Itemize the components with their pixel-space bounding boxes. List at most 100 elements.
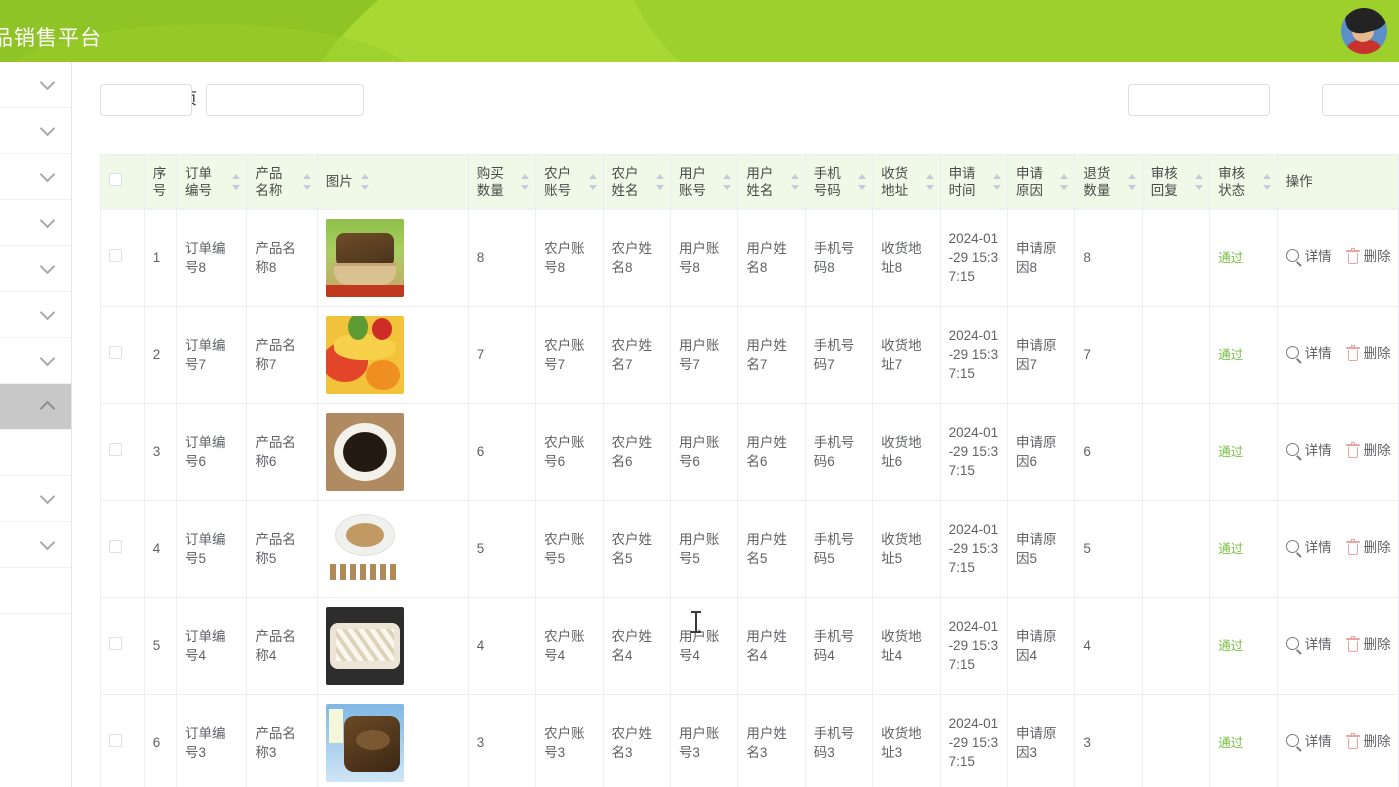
sort-icon[interactable] [360, 174, 370, 191]
sidebar-item-6[interactable] [0, 292, 71, 338]
table-row[interactable]: 4 订单编号5 产品名称5 5 农户账号5 农户姓名5 用户账号5 用户姓名5 手机号码5 收货地… [101, 500, 1398, 598]
sort-icon[interactable] [1262, 172, 1272, 192]
sidebar-item-3[interactable] [0, 154, 71, 200]
product-thumbnail-image[interactable] [325, 412, 404, 491]
cell-return-qty: 3 [1074, 694, 1143, 787]
th-select-all[interactable] [101, 155, 145, 210]
avatar-hair-shape [1341, 8, 1387, 37]
select-all-checkbox[interactable] [109, 173, 122, 187]
table-row[interactable]: 3 订单编号6 产品名称6 6 农户账号6 农户姓名6 用户账号6 用户姓名6 手机号码6 收货地… [101, 403, 1398, 501]
sort-icon[interactable] [232, 172, 241, 192]
table-row[interactable]: 6 订单编号3 产品名称3 3 农户账号3 农户姓名3 用户账号3 用户姓名3 手机号码3 收货地… [101, 694, 1398, 787]
cell-row-checkbox[interactable] [101, 694, 145, 787]
sidebar-item-10[interactable] [0, 522, 71, 568]
th-buy-qty[interactable]: 购买数量 [468, 155, 537, 210]
cell-row-checkbox[interactable] [101, 597, 145, 695]
product-thumbnail-image[interactable] [325, 315, 404, 394]
sidebar-item-5[interactable] [0, 246, 71, 292]
sidebar-subitem-2[interactable] [0, 568, 71, 614]
th-image[interactable]: 图片 [317, 155, 469, 210]
sidebar-item-1[interactable] [0, 62, 71, 108]
product-thumbnail-image[interactable] [325, 509, 404, 588]
table-row[interactable]: 5 订单编号4 产品名称4 4 农户账号4 农户姓名4 用户账号4 用户姓名4 手机号码4 收货地… [101, 597, 1398, 695]
th-address[interactable]: 收货地址 [872, 155, 941, 210]
sort-icon[interactable] [858, 172, 867, 192]
delete-button[interactable]: 删除 [1345, 344, 1391, 363]
table-row[interactable]: 2 订单编号7 产品名称7 7 农户账号7 农户姓名7 用户账号7 用户姓名7 手机号码7 收货地… [101, 306, 1398, 404]
cell-image[interactable] [317, 306, 469, 404]
row-checkbox[interactable] [109, 249, 122, 262]
cell-image[interactable] [317, 694, 469, 787]
sidebar-item-4[interactable] [0, 200, 71, 246]
sort-icon[interactable] [790, 172, 800, 192]
delete-button[interactable]: 删除 [1345, 732, 1391, 751]
detail-button[interactable]: 详情 [1285, 441, 1332, 461]
sidebar-item-2[interactable] [0, 108, 71, 154]
filter-control-3[interactable] [1128, 84, 1270, 116]
filter-control-2[interactable] [206, 84, 364, 116]
avatar[interactable] [1341, 8, 1387, 54]
filter-control-4[interactable] [1322, 84, 1399, 116]
th-user-name[interactable]: 用户姓名 [737, 155, 806, 210]
product-thumbnail-image[interactable] [325, 703, 404, 782]
sort-icon[interactable] [521, 172, 530, 192]
sidebar-item-7[interactable] [0, 338, 71, 384]
sidebar-subitem-1[interactable] [0, 430, 71, 476]
row-checkbox[interactable] [109, 443, 122, 456]
cell-row-checkbox[interactable] [101, 209, 145, 307]
th-apply-time[interactable]: 申请时间 [940, 155, 1008, 210]
th-farmer-account[interactable]: 农户账号 [535, 155, 604, 210]
th-audit-reply[interactable]: 审核回复 [1142, 155, 1211, 210]
cell-row-checkbox[interactable] [101, 403, 145, 501]
delete-button[interactable]: 删除 [1345, 538, 1391, 557]
cell-image[interactable] [317, 403, 469, 501]
cell-image[interactable] [317, 500, 469, 598]
sort-icon[interactable] [925, 172, 935, 192]
row-checkbox[interactable] [109, 637, 122, 650]
detail-button[interactable]: 详情 [1285, 538, 1332, 558]
cell-row-checkbox[interactable] [101, 500, 145, 598]
cell-product-name: 产品名称7 [246, 306, 318, 404]
product-thumbnail-image[interactable] [325, 218, 404, 297]
sort-icon[interactable] [655, 172, 665, 192]
th-apply-reason[interactable]: 申请原因 [1007, 155, 1076, 210]
product-thumbnail-image[interactable] [325, 606, 404, 685]
detail-button[interactable]: 详情 [1285, 732, 1332, 752]
delete-button-label: 删除 [1363, 539, 1391, 555]
row-checkbox[interactable] [109, 346, 122, 359]
sort-icon[interactable] [992, 172, 1002, 192]
sort-icon[interactable] [588, 172, 598, 192]
th-farmer-name[interactable]: 农户姓名 [603, 155, 671, 210]
sidebar-item-9[interactable] [0, 476, 71, 522]
app-title: 品销售平台 [0, 27, 102, 50]
sidebar[interactable] [0, 62, 72, 787]
sort-icon[interactable] [1127, 172, 1137, 192]
th-return-qty[interactable]: 退货数量 [1074, 155, 1143, 210]
delete-button[interactable]: 删除 [1345, 441, 1391, 460]
detail-button[interactable]: 详情 [1285, 635, 1332, 655]
filter-control-1[interactable] [100, 84, 192, 116]
cell-image[interactable] [317, 597, 469, 695]
th-audit-status[interactable]: 审核状态 [1209, 155, 1278, 210]
sort-icon[interactable] [723, 172, 732, 192]
cell-image[interactable] [317, 209, 469, 307]
sort-icon[interactable] [1060, 172, 1069, 192]
row-checkbox[interactable] [109, 540, 122, 553]
cell-row-checkbox[interactable] [101, 306, 145, 404]
row-checkbox[interactable] [109, 734, 122, 747]
detail-button[interactable]: 详情 [1285, 344, 1332, 364]
th-index-label: 序号 [152, 165, 167, 198]
th-user-account[interactable]: 用户账号 [670, 155, 739, 210]
delete-button[interactable]: 删除 [1345, 635, 1391, 654]
sort-icon[interactable] [302, 172, 312, 192]
sort-icon[interactable] [1195, 172, 1204, 192]
th-order-no[interactable]: 订单编号 [176, 155, 248, 210]
detail-button[interactable]: 详情 [1285, 247, 1332, 267]
delete-button[interactable]: 删除 [1345, 247, 1391, 266]
th-phone[interactable]: 手机号码 [805, 155, 874, 210]
cell-user-name: 用户姓名7 [737, 306, 806, 404]
th-operation-label: 操作 [1285, 174, 1313, 190]
sidebar-item-active-order-return[interactable] [0, 384, 71, 430]
table-row[interactable]: 1 订单编号8 产品名称8 8 农户账号8 农户姓名8 用户账号8 用户姓名8 手机号码8 收货地… [101, 209, 1398, 307]
th-product-name[interactable]: 产品名称 [246, 155, 318, 210]
